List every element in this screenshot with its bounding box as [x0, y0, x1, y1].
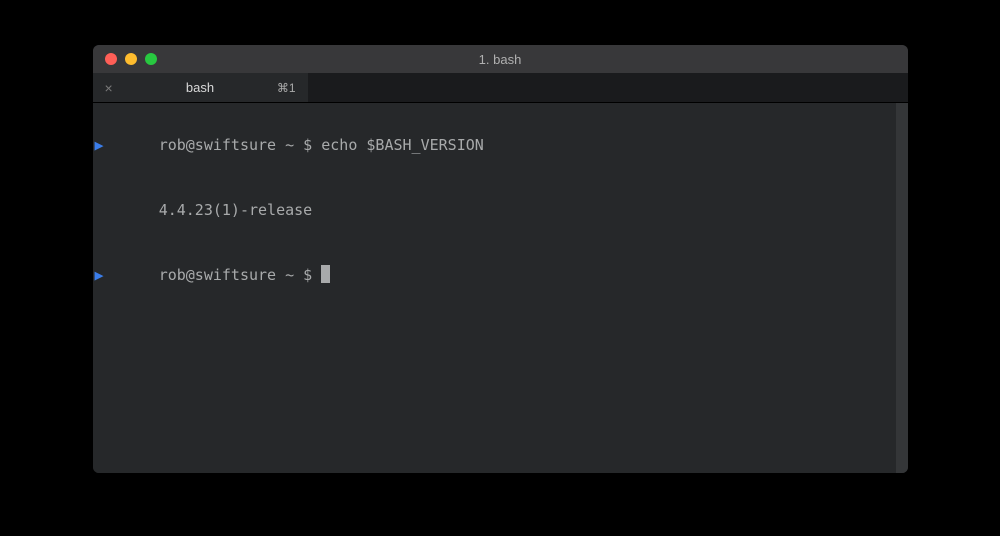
terminal-body[interactable]: ▶rob@swiftsure ~ $ echo $BASH_VERSION 4.… — [93, 103, 908, 473]
tab-shortcut: ⌘1 — [277, 81, 296, 95]
command-text: echo $BASH_VERSION — [321, 136, 484, 154]
window-title: 1. bash — [479, 52, 522, 67]
terminal-line: ▶rob@swiftsure ~ $ — [105, 244, 896, 309]
titlebar[interactable]: 1. bash — [93, 45, 908, 73]
prompt-marker-icon: ▶ — [95, 135, 104, 157]
tab-title: bash — [186, 80, 214, 95]
prompt-text: rob@swiftsure ~ $ — [159, 266, 322, 284]
close-icon[interactable] — [105, 53, 117, 65]
terminal-line: ▶rob@swiftsure ~ $ echo $BASH_VERSION — [105, 113, 896, 178]
prompt-marker-icon: ▶ — [95, 265, 104, 287]
terminal-window: 1. bash × bash ⌘1 ▶rob@swiftsure ~ $ ech… — [93, 45, 908, 473]
output-text: 4.4.23(1)-release — [159, 201, 313, 219]
scrollbar[interactable] — [896, 103, 908, 473]
tab-bash[interactable]: × bash ⌘1 — [93, 73, 308, 102]
cursor-icon — [321, 265, 330, 283]
tab-bar: × bash ⌘1 — [93, 73, 908, 103]
traffic-lights — [105, 53, 157, 65]
prompt-text: rob@swiftsure ~ $ — [159, 136, 322, 154]
minimize-icon[interactable] — [125, 53, 137, 65]
maximize-icon[interactable] — [145, 53, 157, 65]
terminal-line: 4.4.23(1)-release — [105, 178, 896, 243]
tab-close-icon[interactable]: × — [105, 80, 113, 96]
